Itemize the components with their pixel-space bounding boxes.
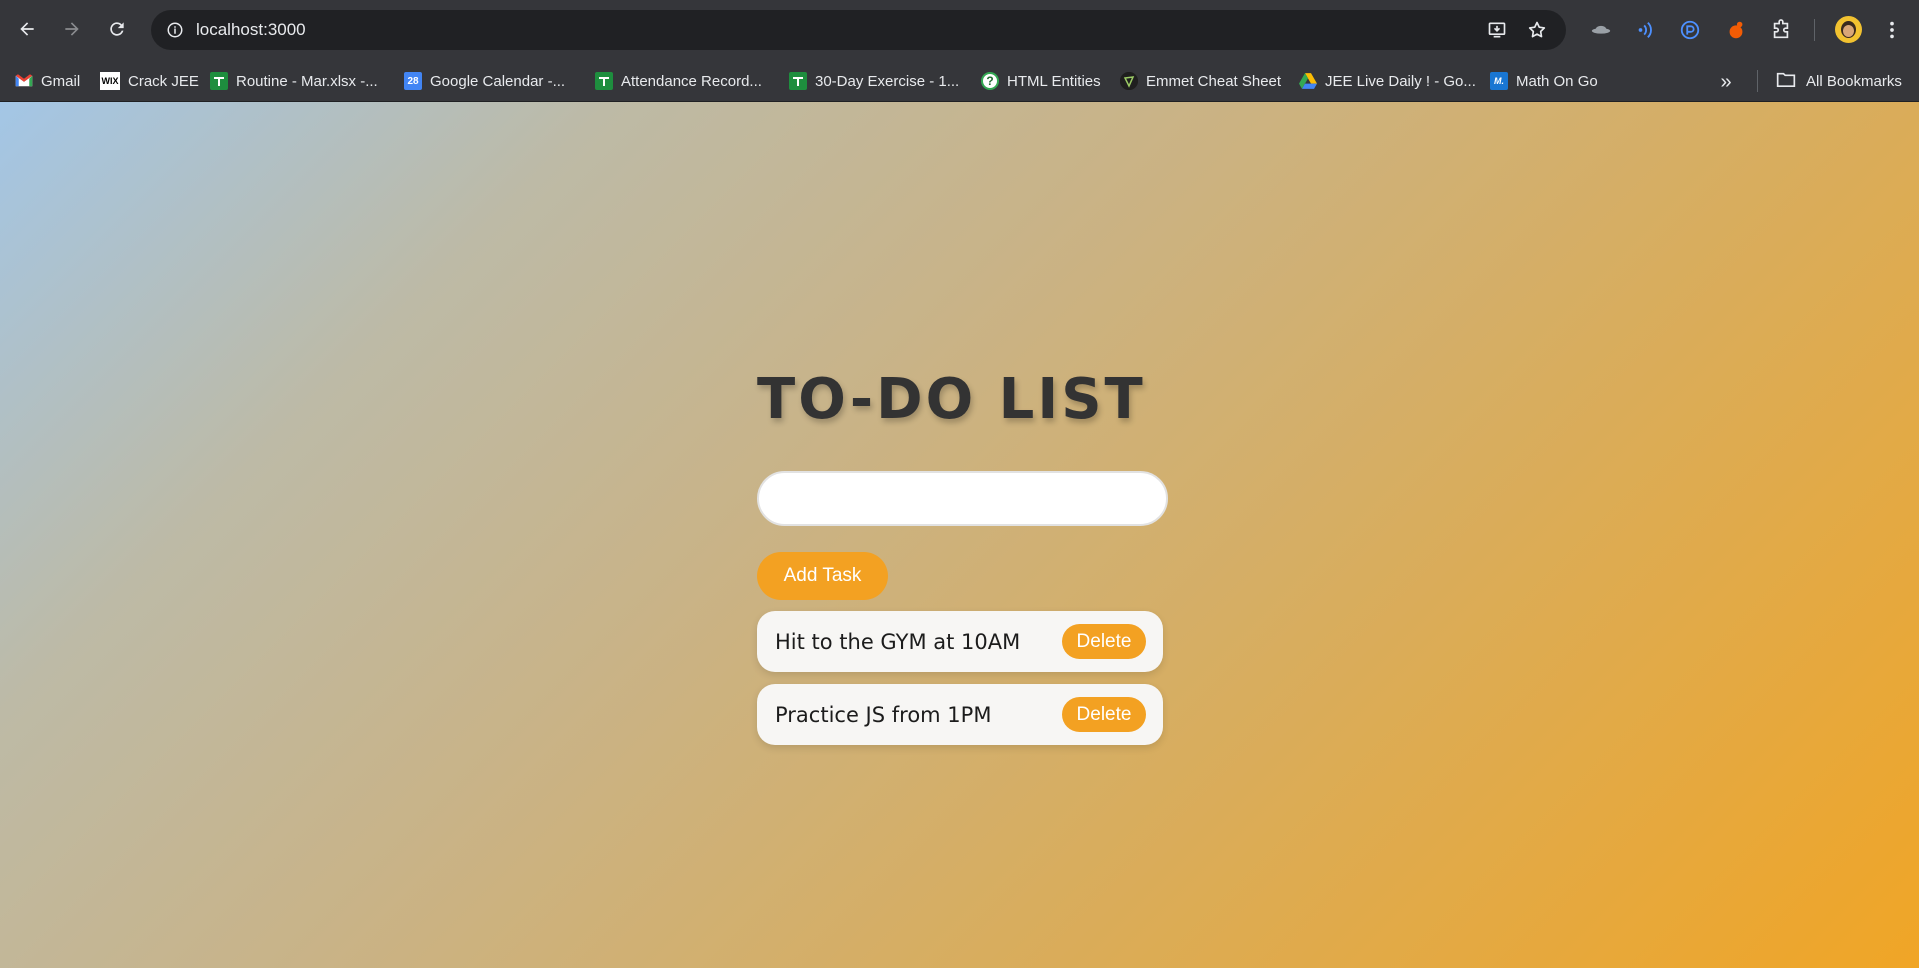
squirrel-extension-icon[interactable] [1723,17,1749,43]
bookmark-google-calendar[interactable]: 28 Google Calendar -... [404,69,565,93]
math-on-go-icon: M. [1490,72,1508,90]
kebab-menu-icon[interactable] [1879,17,1905,43]
reload-button[interactable] [100,12,134,46]
forward-button[interactable] [55,12,89,46]
folder-icon [1776,71,1796,92]
wix-icon: WIX [100,72,120,90]
question-icon: ? [981,72,999,90]
bookmark-star-icon[interactable] [1525,18,1549,42]
task-item: Practice JS from 1PM Delete [757,684,1163,745]
bookmark-crack-jee[interactable]: WIX Crack JEE [100,69,199,93]
bookmark-jee-live-daily[interactable]: JEE Live Daily ! - Go... [1299,69,1476,93]
bookmarks-overflow-chevron-icon[interactable]: » [1714,70,1738,94]
profile-avatar[interactable] [1835,16,1862,43]
browser-toolbar: localhost:3000 [0,0,1919,59]
task-list: Hit to the GYM at 10AM Delete Practice J… [757,611,1163,757]
wifi-extension-icon[interactable] [1633,17,1659,43]
sheets-icon [210,72,228,90]
bookmark-math-on-go[interactable]: M. Math On Go [1490,69,1598,93]
toolbar-divider [1814,19,1815,41]
copilot-extension-icon[interactable] [1677,17,1703,43]
install-app-icon[interactable] [1485,18,1509,42]
page-viewport: TO-DO LIST Add Task Hit to the GYM at 10… [0,102,1919,968]
incognito-extension-icon[interactable] [1588,17,1614,43]
emmet-icon [1120,72,1138,90]
calendar-icon: 28 [404,72,422,90]
bookmark-attendance-record[interactable]: Attendance Record... [595,69,762,93]
add-task-button[interactable]: Add Task [757,552,888,600]
task-text: Practice JS from 1PM [775,703,992,727]
url-text[interactable]: localhost:3000 [196,20,306,40]
extensions-puzzle-icon[interactable] [1768,17,1794,43]
delete-task-button[interactable]: Delete [1062,624,1146,659]
bookmark-html-entities[interactable]: ? HTML Entities [981,69,1101,93]
drive-icon [1299,72,1317,90]
reload-icon [110,22,124,36]
address-bar[interactable]: localhost:3000 [151,10,1566,50]
all-bookmarks-button[interactable]: All Bookmarks [1776,69,1902,93]
sheets-icon [789,72,807,90]
delete-task-button[interactable]: Delete [1062,697,1146,732]
task-item: Hit to the GYM at 10AM Delete [757,611,1163,672]
back-button[interactable] [10,12,44,46]
bookmark-emmet-cheat-sheet[interactable]: Emmet Cheat Sheet [1120,69,1281,93]
bookmark-routine[interactable]: Routine - Mar.xlsx -... [210,69,378,93]
bookmarks-bar: Gmail WIX Crack JEE Routine - Mar.xlsx -… [0,59,1919,102]
arrow-right-icon [65,22,79,36]
bookmark-30-day-exercise[interactable]: 30-Day Exercise - 1... [789,69,959,93]
sheets-icon [595,72,613,90]
bookmarks-divider [1757,70,1758,92]
site-info-icon[interactable] [163,18,187,42]
arrow-left-icon [20,22,34,36]
page-title: TO-DO LIST [757,367,1146,432]
bookmark-gmail[interactable]: Gmail [15,69,80,93]
task-text: Hit to the GYM at 10AM [775,630,1021,654]
gmail-icon [15,72,33,90]
task-input[interactable] [757,471,1168,526]
